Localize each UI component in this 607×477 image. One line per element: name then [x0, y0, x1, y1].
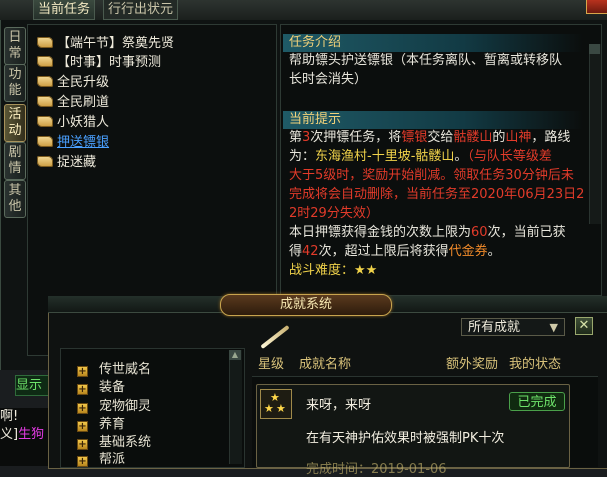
hint-text: 第3次押镖任务，将镖银交给骷髅山的山神，路线 为：东海渔村-十里坡-骷髅山。（与… — [289, 130, 585, 278]
scroll-up-icon[interactable]: ▲ — [229, 350, 241, 360]
side-tab-other[interactable]: 其他 — [4, 180, 26, 218]
header-extra-reward: 额外奖励 — [446, 357, 499, 372]
scroll-icon — [37, 37, 53, 48]
hint-heading: 当前提示 — [283, 111, 583, 129]
status-badge: 已完成 — [509, 392, 565, 411]
scroll-icon — [37, 76, 53, 87]
side-tab-event[interactable]: 活动 — [4, 104, 26, 142]
category-item[interactable]: + 宠物御灵 — [77, 398, 151, 416]
quest-item-selected[interactable]: 押送镖银 — [37, 133, 109, 152]
intro-heading: 任务介绍 — [283, 34, 583, 52]
expand-plus-icon[interactable]: + — [77, 421, 88, 432]
header-stars: 星级 — [258, 357, 285, 372]
side-tab-story[interactable]: 剧情 — [4, 142, 26, 180]
chat-fragment: 啊! 义]生狗 — [0, 408, 48, 466]
category-item[interactable]: + 基础系统 — [77, 434, 151, 452]
expand-plus-icon[interactable]: + — [77, 439, 88, 450]
category-item[interactable]: + 装备 — [77, 379, 125, 397]
scroll-icon — [37, 96, 53, 107]
detail-scrollbar[interactable] — [589, 44, 601, 224]
scroll-icon — [37, 56, 53, 67]
quest-item[interactable]: 【时事】时事预测 — [37, 53, 161, 72]
category-scrollbar[interactable] — [229, 350, 242, 464]
side-tab-daily[interactable]: 日常 — [4, 27, 26, 65]
scroll-icon — [37, 116, 53, 127]
category-item[interactable]: + 传世威名 — [77, 361, 151, 379]
difficulty-stars: ★★ — [354, 263, 378, 278]
scroll-icon — [37, 136, 53, 147]
scroll-up-icon[interactable] — [589, 44, 600, 54]
header-my-status: 我的状态 — [509, 357, 562, 372]
expand-plus-icon[interactable]: + — [77, 366, 88, 377]
header-name: 成就名称 — [299, 357, 352, 372]
close-button[interactable]: ✕ — [575, 317, 593, 335]
achievement-title: 成就系统 — [220, 294, 392, 316]
quest-item[interactable]: 捉迷藏 — [37, 153, 96, 172]
tab-career[interactable]: 行行出状元 — [103, 0, 179, 20]
intro-text: 帮助镖头护送镖银（本任务离队、暂离或转移队 长时会消失） — [289, 53, 563, 87]
chevron-down-icon: ▼ — [549, 321, 558, 334]
quest-item[interactable]: 全民升级 — [37, 73, 109, 92]
achievement-complete-time: 完成时间：2019-01-06 — [306, 462, 447, 477]
quest-item[interactable]: 小妖猎人 — [37, 113, 109, 132]
tab-current-quest[interactable]: 当前任务 — [33, 0, 96, 20]
display-button[interactable]: 显示 — [15, 375, 49, 396]
quest-item[interactable]: 【端午节】祭奠先贤 — [37, 34, 174, 53]
scroll-icon — [37, 156, 53, 167]
expand-plus-icon[interactable]: + — [77, 403, 88, 414]
star-rating-icon: ★ ★ ★ — [260, 389, 292, 419]
expand-plus-icon[interactable]: + — [77, 456, 88, 467]
window-corner-close-icon[interactable] — [586, 0, 607, 14]
quest-item[interactable]: 全民刷道 — [37, 93, 109, 112]
achievement-description: 在有天神护佑效果时被强制PK十次 — [306, 431, 505, 446]
expand-plus-icon[interactable]: + — [77, 384, 88, 395]
side-tab-function[interactable]: 功能 — [4, 64, 26, 102]
achievement-filter-select[interactable]: 所有成就 ▼ — [461, 318, 565, 336]
category-item[interactable]: + 帮派 — [77, 451, 125, 469]
achievement-name: 来呀，来呀 — [306, 398, 372, 413]
category-item[interactable]: + 养育 — [77, 416, 125, 434]
